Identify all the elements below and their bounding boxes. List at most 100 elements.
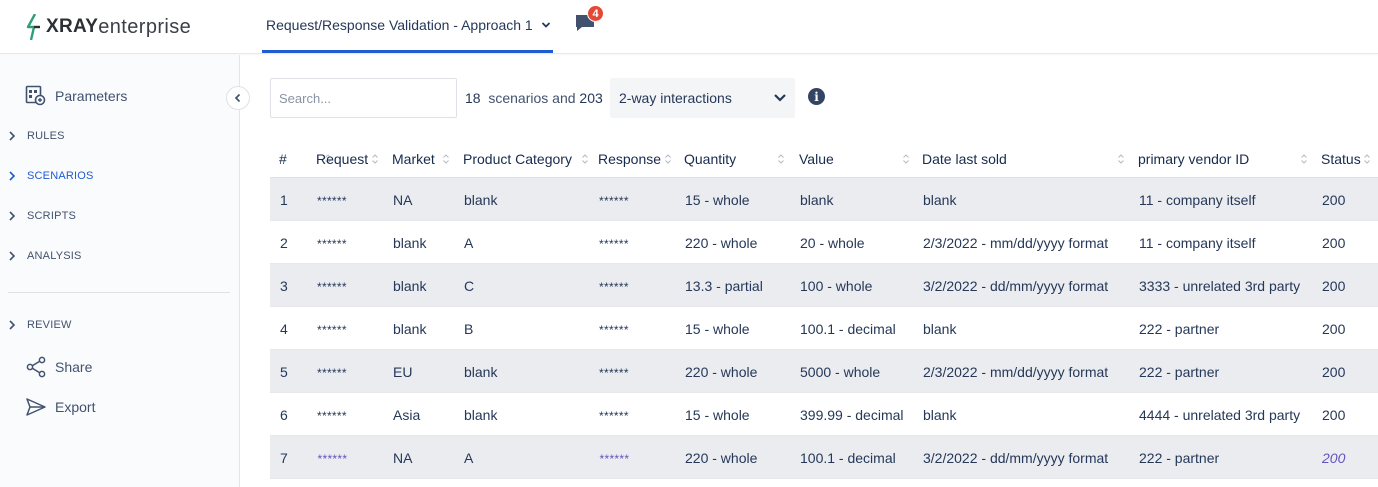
interaction-strength-select[interactable]: 2-way interactions [610,78,795,118]
parameters-icon [25,85,46,106]
header-col-request[interactable]: Request [316,151,368,167]
interaction-select-value: 2-way interactions [619,90,732,106]
header-col-quantity[interactable]: Quantity [684,151,736,167]
cell-product-category: blank [464,364,498,380]
cell-date-last-sold: 2/3/2022 - mm/dd/yyyy format [923,235,1109,251]
chevron-down-icon [774,94,786,102]
header-col-product-category[interactable]: Product Category [463,151,572,167]
cell-status: 200 [1322,407,1346,423]
table-body: 1 ****** NA blank ****** 15 - whole blank blank… [270,178,1378,479]
table-row[interactable]: 5 ****** EU blank ****** 220 - whole 5000 - wh… [270,350,1378,393]
sort-icon[interactable] [1118,153,1124,165]
logo-bold-text: XRAY [46,16,99,37]
table-header: # Request Market Product Category Response Qu… [270,140,1378,178]
sort-icon[interactable] [903,153,909,165]
cell-request: ****** [317,280,347,294]
table-row[interactable]: 6 ****** Asia blank ****** 15 - whole 399.99 -… [270,393,1378,436]
cell-quantity: 220 - whole [685,450,758,466]
sort-icon[interactable] [778,153,784,165]
cell-response: ****** [599,237,629,251]
sidebar-item-export[interactable]: Export [0,396,95,418]
cell-product-category: A [464,450,474,466]
cell-quantity: 15 - whole [685,407,750,423]
scenarios-table: # Request Market Product Category Response Qu… [270,140,1378,479]
sidebar-item-parameters[interactable]: Parameters [0,85,127,107]
sidebar-section-label: ANALYSIS [27,250,82,262]
header-col-value[interactable]: Value [799,151,834,167]
header-col-market[interactable]: Market [392,151,435,167]
cell-value: 399.99 - decimal [800,407,904,423]
table-row[interactable]: 4 ****** blank B ****** 15 - whole 100.1 - dec… [270,307,1378,350]
cell-date-last-sold: blank [923,192,957,208]
cell-market: EU [393,364,413,380]
cell-request: ****** [317,366,347,380]
cell-date-last-sold: 3/2/2022 - dd/mm/yyyy format [923,278,1109,294]
cell-response: ****** [599,323,629,337]
test-title: Request/Response Validation - Approach 1 [266,17,533,33]
cell-request: ****** [317,409,347,423]
cell-request: ****** [317,237,347,251]
scenario-summary-text: scenarios and [488,90,576,106]
sidebar-item-label: Parameters [55,88,128,104]
top-bar: XRAY enterprise Request/Response Validat… [0,0,1378,54]
cell-quantity: 15 - whole [685,192,750,208]
cell-quantity: 15 - whole [685,321,750,337]
chevron-right-icon [9,171,16,181]
cell-market: blank [393,235,427,251]
sidebar-section-review[interactable]: REVIEW [0,319,72,331]
sidebar-section-scripts[interactable]: SCRIPTS [0,210,76,222]
table-row[interactable]: 3 ****** blank C ****** 13.3 - partial 100 - w… [270,264,1378,307]
chevron-right-icon [9,131,16,141]
sidebar-section-label: SCENARIOS [27,170,94,182]
cell-market: NA [393,450,413,466]
table-row[interactable]: 2 ****** blank A ****** 220 - whole 20 - whole… [270,221,1378,264]
cell-request: ****** [317,194,347,208]
header-col-primary-vendor-id[interactable]: primary vendor ID [1138,151,1249,167]
active-tab-indicator [262,50,553,53]
test-title-dropdown[interactable]: Request/Response Validation - Approach 1 [266,17,551,33]
cell-primary-vendor-id: 11 - company itself [1139,192,1256,208]
table-row[interactable]: 1 ****** NA blank ****** 15 - whole blank blank… [270,178,1378,221]
sort-icon[interactable] [1301,153,1307,165]
cell-market: Asia [393,407,421,423]
sidebar-section-label: REVIEW [27,319,72,331]
header-col-date-last-sold[interactable]: Date last sold [922,151,1007,167]
search-input[interactable] [270,78,457,118]
cell-quantity: 220 - whole [685,364,758,380]
cell-status: 200 [1322,278,1346,294]
cell-product-category: blank [464,192,498,208]
sort-icon[interactable] [372,153,378,165]
send-icon [26,398,46,416]
sort-icon[interactable] [665,153,671,165]
sidebar-section-analysis[interactable]: ANALYSIS [0,250,82,262]
cell-value: 100.1 - decimal [800,321,896,337]
cell-value: 100 - whole [800,278,873,294]
collapse-sidebar-button[interactable] [226,86,250,110]
sidebar-section-scenarios[interactable]: SCENARIOS [0,170,94,182]
sidebar-item-share[interactable]: Share [0,356,92,378]
cell-index: 2 [280,235,288,251]
sidebar-divider [8,292,230,293]
sort-icon[interactable] [1364,153,1370,165]
header-col-response[interactable]: Response [598,151,661,167]
cell-status: 200 [1322,192,1346,208]
sort-icon[interactable] [582,153,588,165]
cell-primary-vendor-id: 4444 - unrelated 3rd party [1139,407,1301,423]
sort-icon[interactable] [443,153,449,165]
cell-product-category: A [464,235,474,251]
app-logo[interactable]: XRAY enterprise [26,12,191,42]
header-col-index[interactable]: # [279,151,287,167]
cell-value: 5000 - whole [800,364,881,380]
sidebar-section-label: SCRIPTS [27,210,77,222]
cell-index: 5 [280,364,288,380]
cell-response: ****** [599,194,629,208]
cell-request: ****** [317,323,347,337]
cell-status: 200 [1322,235,1346,251]
cell-value: 100.1 - decimal [800,450,896,466]
sidebar-section-rules[interactable]: RULES [0,130,65,142]
logo-light-text: enterprise [98,15,192,38]
table-row[interactable]: 7 ****** NA A ****** 220 - whole 100.1 - decim… [270,436,1378,479]
chevron-right-icon [9,320,16,330]
header-col-status[interactable]: Status [1321,151,1361,167]
info-icon[interactable]: i [808,88,825,105]
